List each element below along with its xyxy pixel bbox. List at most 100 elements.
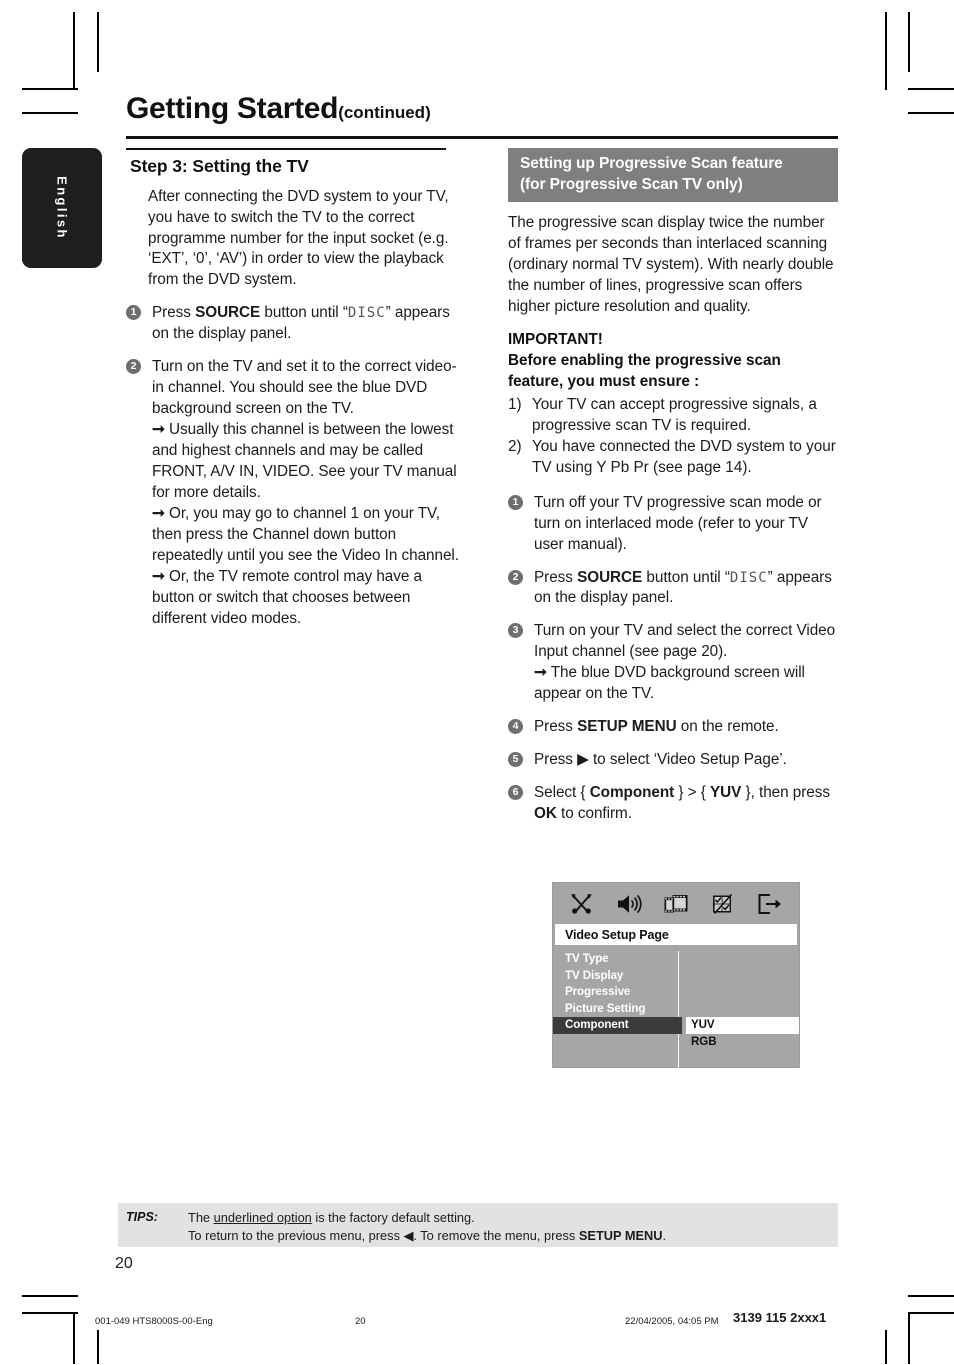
language-tab-label: English (54, 176, 70, 240)
osd-menu-item-tv-display[interactable]: TV Display (563, 968, 678, 985)
condition-2: 2) You have connected the DVD system to y… (508, 437, 838, 479)
right-step-2: 2 Press SOURCE button until “DISC” appea… (508, 568, 838, 610)
crop-mark-tr-h (908, 88, 954, 90)
osd-page-title: Video Setup Page (565, 927, 669, 942)
osd-menu-list: TV Type TV Display Progressive Picture S… (553, 951, 682, 1073)
banner-line-2: (for Progressive Scan TV only) (520, 175, 743, 193)
page-title: Getting Started(continued) (126, 94, 838, 124)
osd-title-bar: Video Setup Page (555, 924, 797, 945)
crop-mark-br-h (908, 1295, 954, 1297)
osd-icon-bar (553, 883, 799, 924)
arrow-icon: ➞ (152, 567, 165, 585)
tips-setup-menu-label: SETUP MENU (578, 1228, 663, 1243)
yuv-option-label: YUV (710, 784, 742, 802)
crop-mark-br-v (885, 1330, 887, 1364)
osd-menu-item-picture-setting[interactable]: Picture Setting (563, 1001, 678, 1018)
important-body: Before enabling the progressive scan fea… (508, 351, 781, 390)
step-text-after: to select ‘Video Setup Page’. (588, 751, 787, 769)
tips-label: TIPS: (126, 1210, 158, 1224)
tips-underlined-option: underlined option (213, 1210, 312, 1225)
crop-mark-tl-v (73, 12, 75, 90)
condition-1: 1) Your TV can accept progressive signals… (508, 395, 838, 437)
tips-line-2-after: . (662, 1228, 667, 1243)
tips-line-2-before: To return to the previous menu, press (188, 1228, 404, 1243)
tips-line-2-mid: . To remove the menu, press (413, 1228, 579, 1243)
step-text-before: Press (534, 718, 578, 736)
left-step-2-arrow-2: ➞ Or, you may go to channel 1 on your TV… (152, 504, 466, 567)
osd-option-yuv[interactable]: YUV (686, 1017, 799, 1034)
left-column: Step 3: Setting the TV After connecting … (126, 148, 466, 642)
step-text-before: Press (152, 304, 196, 322)
right-step-1-text: Turn off your TV progressive scan mode o… (534, 493, 822, 553)
osd-menu-item-tv-type[interactable]: TV Type (563, 951, 678, 968)
right-step-4-text: Press SETUP MENU on the remote. (534, 718, 779, 735)
osd-option-rgb[interactable]: RGB (686, 1034, 799, 1051)
left-step-2: 2 Turn on the TV and set it to the corre… (126, 357, 466, 629)
crop-mark-bl-h (22, 1295, 78, 1297)
language-tab: English (22, 148, 102, 268)
step-number-badge: 6 (508, 785, 523, 801)
progressive-scan-banner: Setting up Progressive Scan feature (for… (508, 148, 838, 203)
component-menu-label: Component (589, 784, 675, 802)
crop-mark-br-h2 (908, 1312, 954, 1314)
right-step-1: 1 Turn off your TV progressive scan mode… (508, 493, 838, 556)
arrow-text: Or, you may go to channel 1 on your TV, … (152, 504, 459, 564)
step-text-after: on the remote. (676, 718, 779, 736)
source-button-label: SOURCE (195, 304, 261, 322)
source-button-label: SOURCE (577, 568, 643, 586)
arrow-icon: ➞ (534, 664, 547, 682)
osd-option-list: YUV RGB (679, 951, 799, 1073)
step-number-badge: 4 (508, 719, 523, 735)
step-number-badge: 1 (126, 305, 141, 321)
step-number-badge: 3 (508, 623, 523, 639)
audio-setup-icon[interactable] (616, 893, 642, 915)
right-column: Setting up Progressive Scan feature (for… (508, 148, 838, 837)
osd-screenshot: Video Setup Page TV Type TV Display Prog… (552, 882, 800, 1073)
left-step-2-text: Turn on the TV and set it to the correct… (152, 358, 466, 629)
osd-menu-item-component[interactable]: Component (553, 1017, 682, 1034)
condition-2-text: You have connected the DVD system to you… (532, 437, 836, 476)
left-step-1-text: Press SOURCE button until “DISC” appears… (152, 304, 450, 342)
right-step-6: 6 Select { Component } > { YUV }, then p… (508, 783, 838, 825)
left-step-2-arrow-3: ➞ Or, the TV remote control may have a b… (152, 567, 466, 630)
right-step-3-main: Turn on your TV and select the correct V… (534, 622, 836, 661)
exit-setup-icon[interactable] (757, 893, 783, 915)
left-arrow-glyph-icon: ◀ (403, 1228, 414, 1243)
right-arrow-glyph-icon: ▶ (577, 751, 589, 769)
crop-mark-tl-v2 (97, 12, 99, 72)
right-step-5: 5 Press ▶ to select ‘Video Setup Page’. (508, 750, 838, 771)
step-number-badge: 1 (508, 494, 523, 510)
step-number-badge: 2 (508, 569, 523, 585)
progressive-intro-paragraph: The progressive scan display twice the n… (508, 214, 834, 316)
crop-mark-tr-v (885, 12, 887, 90)
arrow-text: Usually this channel is between the lowe… (152, 421, 457, 501)
tips-bar: TIPS: The underlined option is the facto… (118, 1203, 838, 1247)
print-footer-filename: 001-049 HTS8000S-00-Eng (95, 1316, 213, 1327)
right-step-6-text: Select { Component } > { YUV }, then pre… (534, 784, 830, 822)
crop-mark-bl-h2 (22, 1312, 78, 1314)
setup-menu-button-label: SETUP MENU (577, 718, 677, 736)
general-setup-icon[interactable] (569, 893, 595, 915)
step-text-before: Press (534, 568, 578, 586)
right-step-3-arrow-1: ➞ The blue DVD background screen will ap… (534, 663, 838, 705)
crop-mark-tl-h2 (22, 112, 78, 114)
lcd-disc-text: DISC (729, 569, 768, 586)
step-text-before: Press (534, 751, 578, 769)
right-step-3-text: Turn on your TV and select the correct V… (534, 622, 838, 705)
crop-mark-bl-v (73, 1312, 75, 1364)
step-text-mid: } > { (674, 784, 711, 802)
tips-line-1-before: The (188, 1210, 214, 1225)
arrow-text: The blue DVD background screen will appe… (534, 664, 805, 703)
step3-heading: Step 3: Setting the TV (130, 155, 309, 176)
osd-menu-item-progressive[interactable]: Progressive (563, 984, 678, 1001)
ok-button-label: OK (534, 805, 557, 823)
step-text-mid: button until “ (642, 568, 730, 586)
right-step-4: 4 Press SETUP MENU on the remote. (508, 717, 838, 738)
preference-setup-icon[interactable] (710, 893, 736, 915)
tips-line-1: The underlined option is the factory def… (188, 1209, 838, 1227)
crop-mark-tl-h (22, 88, 78, 90)
print-footer-page: 20 (355, 1316, 366, 1327)
step-text-mid: button until “ (260, 304, 348, 322)
video-setup-icon[interactable] (663, 893, 689, 915)
page-header: Getting Started(continued) (126, 94, 838, 124)
